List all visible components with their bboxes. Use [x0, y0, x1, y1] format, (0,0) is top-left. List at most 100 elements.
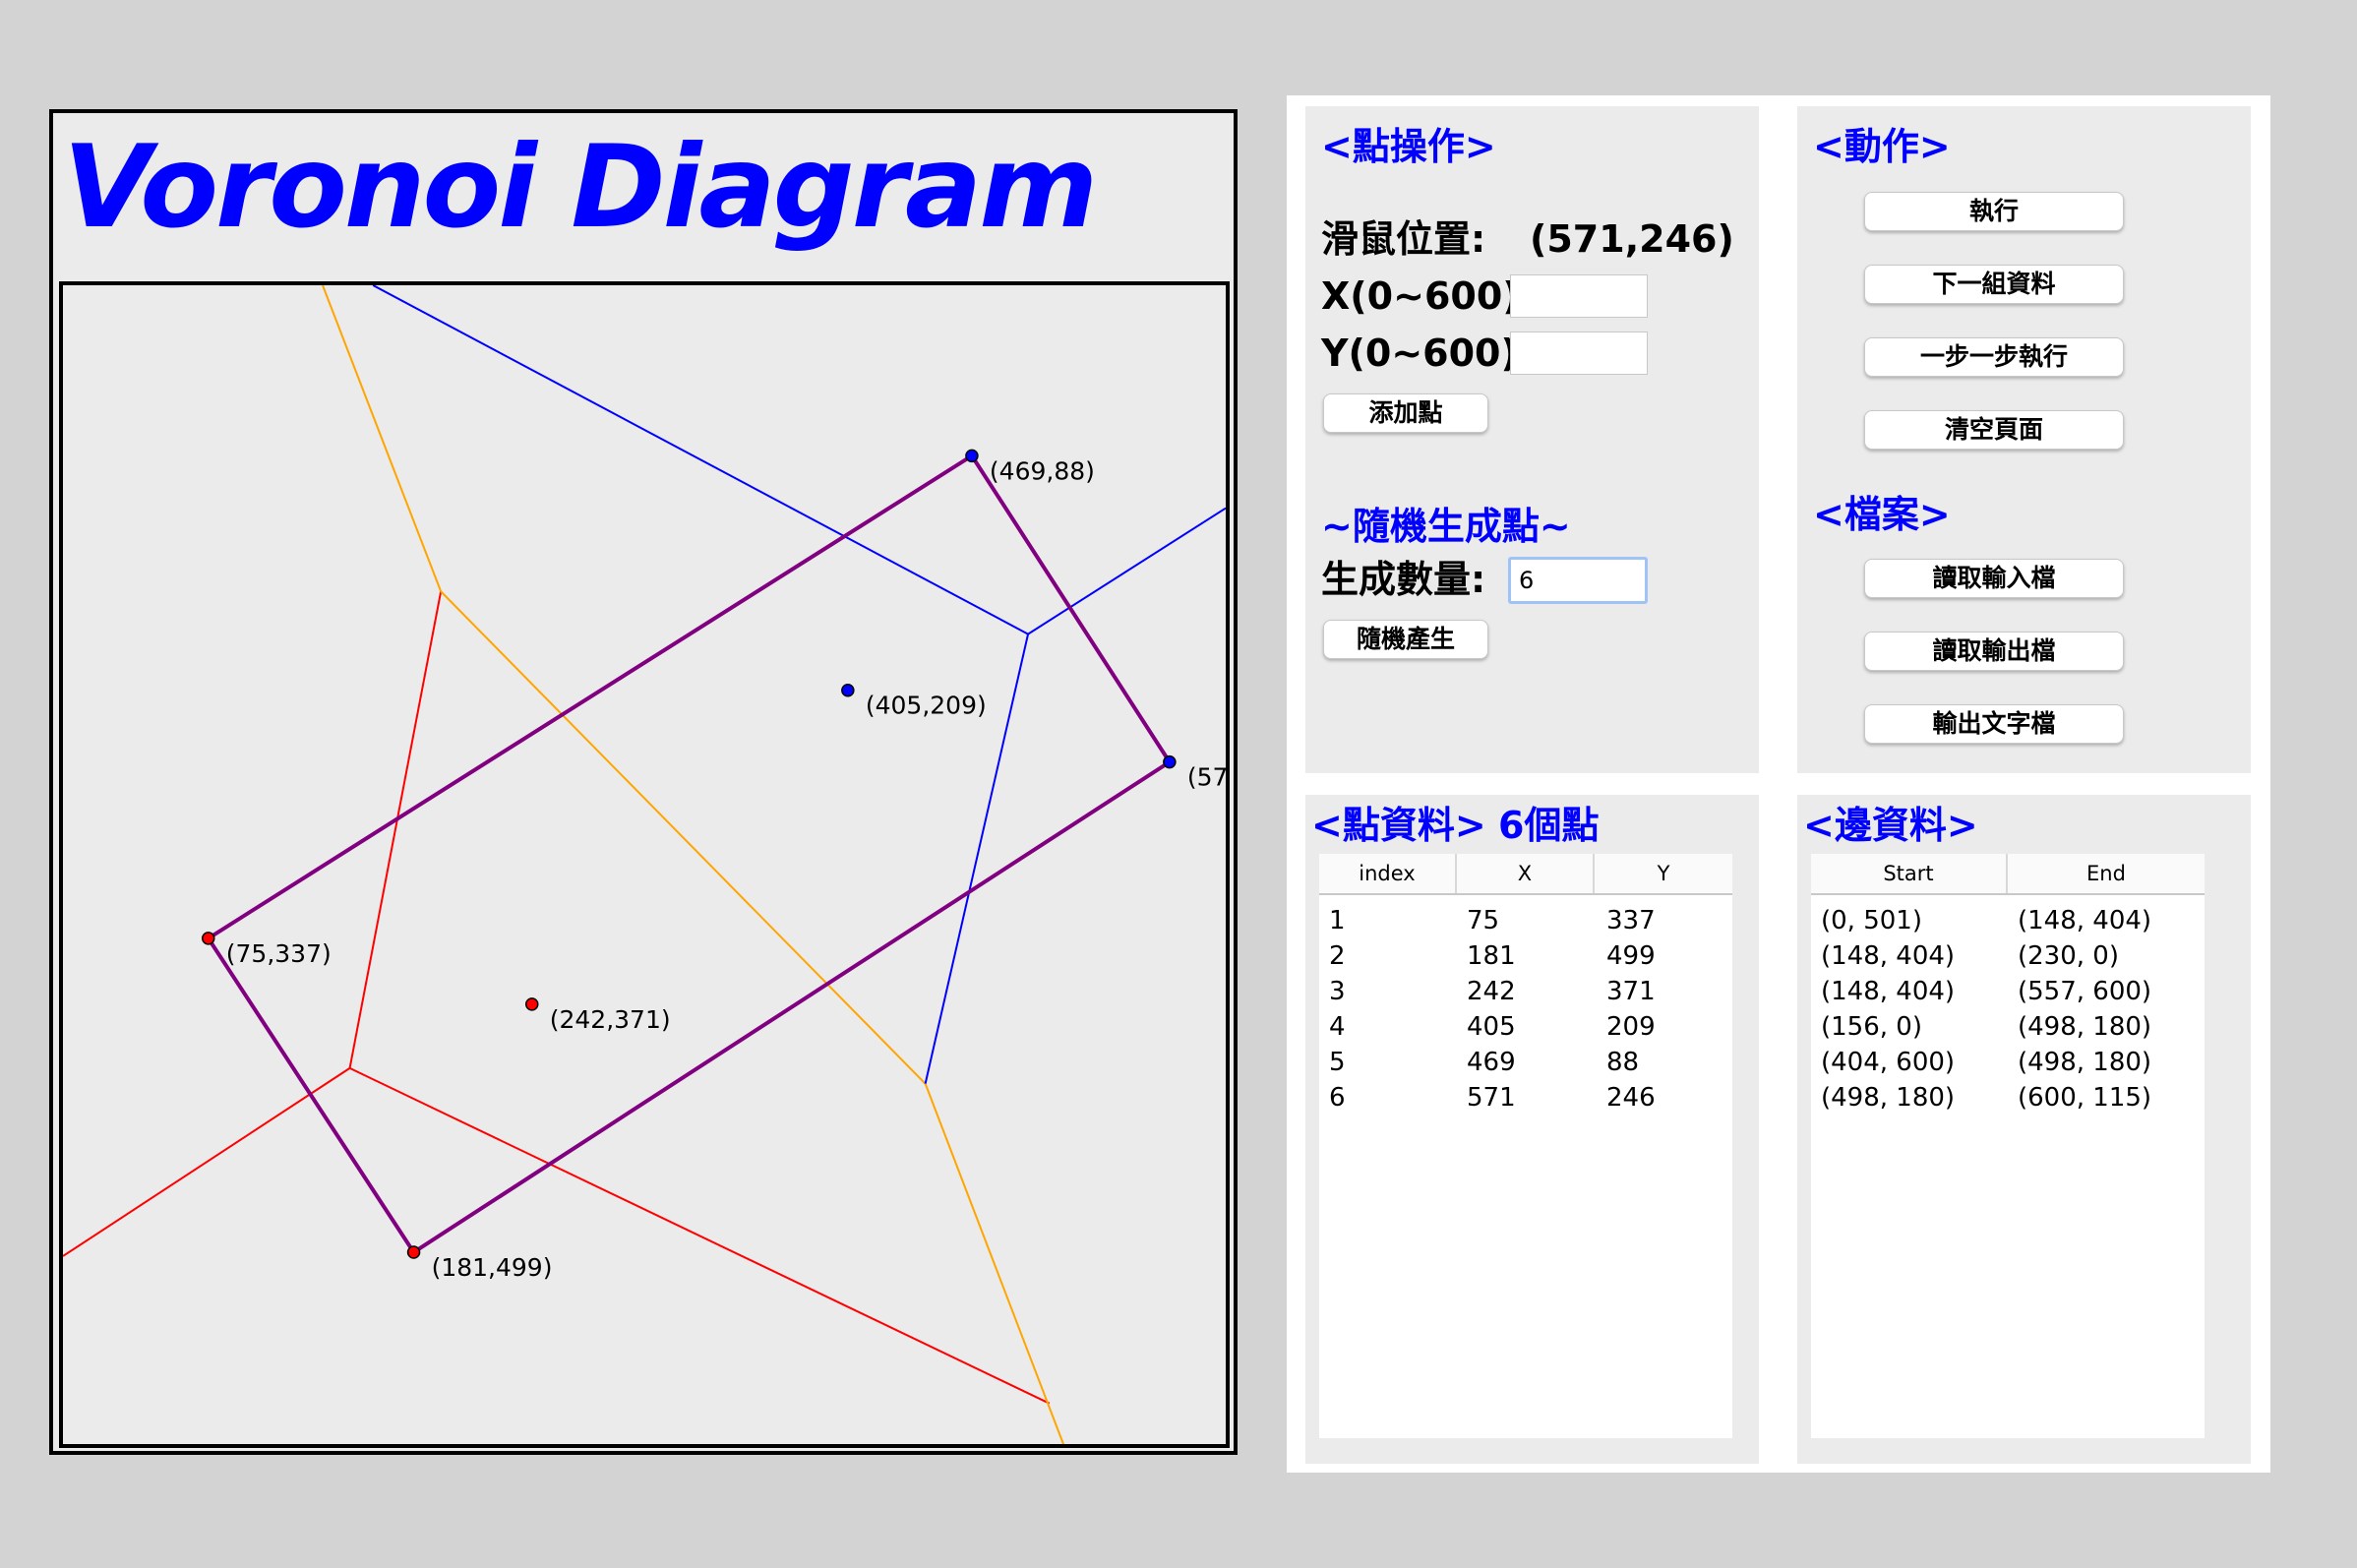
cell: 75 — [1467, 906, 1500, 935]
voronoi-edge — [372, 285, 1029, 635]
site-label: (405,209) — [866, 692, 987, 720]
table-row[interactable]: 6 571 246 — [1319, 1080, 1732, 1116]
cell: (557, 600) — [2018, 977, 2152, 1006]
run-button[interactable]: 執行 — [1864, 192, 2124, 231]
voronoi-edge — [349, 1066, 1051, 1405]
cell: 181 — [1467, 941, 1516, 971]
cell: 246 — [1606, 1083, 1656, 1113]
actions-heading: <動作> — [1813, 125, 1951, 168]
clear-button[interactable]: 清空頁面 — [1864, 410, 2124, 450]
cell: 469 — [1467, 1048, 1516, 1077]
point-ops-heading: <點操作> — [1321, 125, 1496, 168]
cell: (498, 180) — [1821, 1083, 1956, 1113]
table-row[interactable]: 3 242 371 — [1319, 974, 1732, 1009]
voronoi-svg[interactable]: (75,337) (181,499) (242,371) (405,209) (469,… — [63, 285, 1226, 1444]
site-label: (571,246) — [1187, 763, 1226, 792]
table-row[interactable]: 5 469 88 — [1319, 1045, 1732, 1080]
column-header[interactable]: X — [1457, 854, 1595, 893]
cell: 209 — [1606, 1012, 1656, 1042]
count-input[interactable] — [1508, 557, 1648, 604]
point-ops-box: <點操作> 滑鼠位置: (571,246) X(0~600): Y(0~600)… — [1305, 106, 1759, 773]
voronoi-edge — [440, 590, 927, 1085]
site-label: (75,337) — [226, 939, 332, 968]
mouse-position-value: (571,246) — [1530, 217, 1734, 261]
edge-data-heading: <邊資料> — [1803, 804, 1978, 847]
point-data-box: <點資料> 6個點 index X Y 1 75 337 2 181 499 3… — [1305, 795, 1759, 1464]
site-point[interactable] — [202, 932, 215, 945]
cell: 499 — [1606, 941, 1656, 971]
next-set-button[interactable]: 下一組資料 — [1864, 265, 2124, 304]
column-header[interactable]: index — [1319, 854, 1457, 893]
site-label: (469,88) — [990, 456, 1095, 485]
add-point-button[interactable]: 添加點 — [1323, 393, 1488, 433]
actions-box: <動作> 執行 下一組資料 一步一步執行 清空頁面 <檔案> 讀取輸入檔 讀取輸… — [1797, 106, 2251, 773]
cell: 405 — [1467, 1012, 1516, 1042]
site-point[interactable] — [965, 449, 979, 463]
convex-hull — [205, 452, 1173, 1255]
cell: 5 — [1329, 1048, 1346, 1077]
table-row[interactable]: (156, 0) (498, 180) — [1811, 1009, 2205, 1045]
table-row[interactable]: (0, 501) (148, 404) — [1811, 903, 2205, 938]
site-label: (242,371) — [550, 1005, 671, 1034]
point-count: 6個點 — [1498, 804, 1600, 847]
count-label: 生成數量: — [1321, 558, 1486, 601]
point-table-body: 1 75 337 2 181 499 3 242 371 4 405 209 5 — [1319, 895, 1732, 1116]
table-row[interactable]: (148, 404) (557, 600) — [1811, 974, 2205, 1009]
cell: 1 — [1329, 906, 1346, 935]
cell: 242 — [1467, 977, 1516, 1006]
cell: 4 — [1329, 1012, 1346, 1042]
point-table: index X Y 1 75 337 2 181 499 3 242 371 4 — [1319, 854, 1732, 1438]
edge-data-box: <邊資料> Start End (0, 501) (148, 404) (148… — [1797, 795, 2251, 1464]
diagram-frame: Voronoi Diagram (75,337) (181,499) (242,37… — [49, 109, 1238, 1455]
point-table-header: index X Y — [1319, 854, 1732, 895]
voronoi-edge — [322, 285, 443, 592]
table-row[interactable]: 4 405 209 — [1319, 1009, 1732, 1045]
cell: 337 — [1606, 906, 1656, 935]
mouse-position-label: 滑鼠位置: — [1321, 217, 1486, 261]
x-input-label: X(0~600): — [1321, 274, 1535, 318]
step-button[interactable]: 一步一步執行 — [1864, 337, 2124, 377]
table-row[interactable]: 2 181 499 — [1319, 938, 1732, 974]
site-point[interactable] — [1163, 754, 1177, 769]
read-input-button[interactable]: 讀取輸入檔 — [1864, 559, 2124, 598]
edge-table-body: (0, 501) (148, 404) (148, 404) (230, 0) … — [1811, 895, 2205, 1116]
export-text-button[interactable]: 輸出文字檔 — [1864, 704, 2124, 744]
table-row[interactable]: (404, 600) (498, 180) — [1811, 1045, 2205, 1080]
column-header[interactable]: End — [2008, 854, 2205, 893]
cell: (498, 180) — [2018, 1048, 2152, 1077]
site-point[interactable] — [524, 997, 539, 1011]
site-label: (181,499) — [432, 1253, 553, 1282]
y-input[interactable] — [1510, 332, 1648, 375]
cell: (600, 115) — [2018, 1083, 2152, 1113]
read-output-button[interactable]: 讀取輸出檔 — [1864, 632, 2124, 671]
files-heading: <檔案> — [1813, 493, 1951, 536]
cell: 571 — [1467, 1083, 1516, 1113]
cell: (148, 404) — [2018, 906, 2152, 935]
voronoi-edge — [924, 1083, 1065, 1444]
point-data-heading: <點資料> — [1311, 804, 1486, 847]
table-row[interactable]: (498, 180) (600, 115) — [1811, 1080, 2205, 1116]
column-header[interactable]: Start — [1811, 854, 2008, 893]
cell: (230, 0) — [2018, 941, 2119, 971]
random-generate-button[interactable]: 隨機產生 — [1323, 620, 1488, 659]
random-heading: ~隨機生成點~ — [1321, 505, 1571, 548]
cell: (498, 180) — [2018, 1012, 2152, 1042]
voronoi-edge — [348, 591, 443, 1069]
edge-table: Start End (0, 501) (148, 404) (148, 404)… — [1811, 854, 2205, 1438]
site-point[interactable] — [406, 1245, 421, 1259]
cell: 6 — [1329, 1083, 1346, 1113]
site-point[interactable] — [841, 683, 855, 697]
cell: (404, 600) — [1821, 1048, 1956, 1077]
table-row[interactable]: 1 75 337 — [1319, 903, 1732, 938]
cell: (148, 404) — [1821, 941, 1956, 971]
table-row[interactable]: (148, 404) (230, 0) — [1811, 938, 2205, 974]
cell: 371 — [1606, 977, 1656, 1006]
page-title: Voronoi Diagram — [63, 121, 1098, 254]
cell: 3 — [1329, 977, 1346, 1006]
x-input[interactable] — [1510, 274, 1648, 318]
y-input-label: Y(0~600): — [1321, 332, 1534, 375]
voronoi-canvas[interactable]: (75,337) (181,499) (242,371) (405,209) (469,… — [59, 281, 1230, 1448]
cell: (148, 404) — [1821, 977, 1956, 1006]
column-header[interactable]: Y — [1595, 854, 1732, 893]
voronoi-edge — [1027, 507, 1226, 635]
